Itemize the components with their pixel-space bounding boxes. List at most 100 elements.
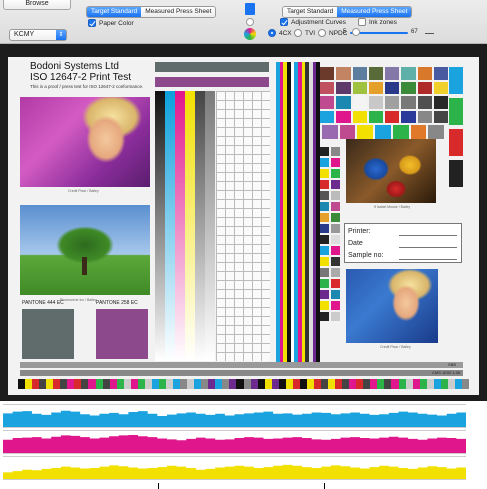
yellow-density-area <box>3 464 466 479</box>
tint-grid <box>216 91 270 361</box>
gray-bar-2 <box>20 370 463 376</box>
ink-zones-check-icon <box>358 18 366 26</box>
control-strip-patch <box>158 379 166 389</box>
control-strip-patch <box>88 379 96 389</box>
left-standard-segment[interactable]: Target Standard Measured Press Sheet <box>86 6 217 18</box>
control-strip-patch <box>363 379 371 389</box>
control-strip-patch <box>53 379 61 389</box>
right-standard-segment[interactable]: Target Standard Measured Press Sheet <box>282 6 413 18</box>
right-target-standard-tab[interactable]: Target Standard <box>283 7 338 17</box>
control-strip-patch <box>95 379 103 389</box>
paper-color-check-icon <box>88 19 96 27</box>
control-strip-patch <box>440 379 448 389</box>
ink-zones-checkbox[interactable]: Ink zones <box>358 18 397 26</box>
graph-ticks <box>0 483 487 489</box>
slider-min-label: 5 <box>343 29 347 35</box>
control-strip-patch <box>130 379 138 389</box>
radio-tvi-label: TVI <box>305 29 316 37</box>
left-target-standard-tab[interactable]: Target Standard <box>87 7 142 17</box>
radio-tvi[interactable]: TVI <box>294 29 315 37</box>
control-strip-patch <box>236 379 244 389</box>
control-strip-patch <box>25 379 33 389</box>
control-strip-patch <box>74 379 82 389</box>
control-strip-patch <box>81 379 89 389</box>
control-strip-patch <box>356 379 364 389</box>
left-measured-press-sheet-tab[interactable]: Measured Press Sheet <box>141 7 216 17</box>
radio-4cx[interactable]: 4CX <box>268 29 292 37</box>
control-strip-patch <box>123 379 131 389</box>
ink-density-graphs <box>0 401 487 489</box>
control-strip-patch <box>173 379 181 389</box>
ink-zones-label: Ink zones <box>369 18 397 26</box>
photo2-caption: Photoscene Inc / Bailey <box>60 298 97 302</box>
test-subtitle: This is a proof / press test for ISO 126… <box>30 84 144 89</box>
portrait-photo <box>20 97 150 187</box>
color-control-strip <box>18 379 469 389</box>
control-strip-patch <box>243 379 251 389</box>
control-strip-patch <box>313 379 322 389</box>
control-strip-patch <box>109 379 117 389</box>
colorspace-value: KCMY <box>14 31 35 38</box>
print-test-sheet: Bodoni Systems Ltd ISO 12647-2 Print Tes… <box>8 57 479 395</box>
control-strip-patch <box>447 379 455 389</box>
control-strip-patch <box>285 379 293 389</box>
control-strip-patch <box>412 379 420 389</box>
printer-line <box>399 235 457 236</box>
control-strip-patch <box>187 379 195 389</box>
color-bar-top-2 <box>155 77 269 87</box>
sample-label: Sample no: <box>348 252 384 259</box>
slider-knob[interactable] <box>352 28 360 36</box>
control-strip-patch <box>67 379 75 389</box>
control-strip-patch <box>137 379 145 389</box>
control-strip-patch <box>271 379 279 389</box>
toolbar: Browse Target Standard Measured Press Sh… <box>0 0 487 44</box>
control-strip-patch <box>201 379 209 389</box>
control-strip-patch <box>39 379 47 389</box>
magenta-density-area <box>3 434 466 453</box>
control-strip-patch <box>165 379 174 389</box>
document-view-icon[interactable] <box>245 3 255 15</box>
printer-label: Printer: <box>348 228 371 235</box>
tone-ramps <box>155 91 215 361</box>
adjustment-curves-label: Adjustment Curves <box>291 18 346 26</box>
control-strip-patch <box>46 379 54 389</box>
paper-color-checkbox[interactable]: Paper Color <box>88 19 134 27</box>
control-strip-patch <box>194 379 202 389</box>
date-line <box>399 247 457 248</box>
chevron-updown-icon: ⇕ <box>56 30 66 40</box>
portrait-photo-2 <box>346 269 438 343</box>
control-strip-patch <box>384 379 392 389</box>
side-patches <box>320 147 340 347</box>
control-strip-patch <box>299 379 307 389</box>
control-strip-patch <box>278 379 286 389</box>
small-swatches-row <box>322 125 445 139</box>
paper-color-label: Paper Color <box>99 19 134 27</box>
bottom-code-2: CMS 1E00 1.06 <box>432 370 461 375</box>
color-wheel-icon[interactable] <box>244 28 256 40</box>
cmyk-stripes <box>276 62 321 362</box>
radio-tvi-icon <box>294 29 302 37</box>
control-strip-patch <box>398 379 406 389</box>
control-strip-patch <box>328 379 336 389</box>
control-strip-patch <box>144 379 152 389</box>
control-strip-patch <box>32 379 40 389</box>
control-strip-patch <box>229 379 237 389</box>
control-strip-patch <box>60 379 68 389</box>
adjustment-curves-checkbox[interactable]: Adjustment Curves <box>280 18 346 26</box>
gray-bar-1 <box>20 362 463 368</box>
control-strip-patch <box>461 379 469 389</box>
company-name: Bodoni Systems Ltd <box>30 61 119 72</box>
photo3-caption: If Isabel Mouse / Bailey <box>374 205 411 209</box>
colorspace-select[interactable]: KCMY ⇕ <box>9 29 67 41</box>
date-label: Date <box>348 240 363 247</box>
pantone-258-label: PANTONE 258 EC <box>96 300 138 306</box>
test-title: ISO 12647-2 Print Test <box>30 72 131 83</box>
right-measured-press-sheet-tab[interactable]: Measured Press Sheet <box>337 7 412 17</box>
color-bar-top <box>155 62 269 72</box>
mode-toggle-icon[interactable] <box>246 18 254 26</box>
control-strip-patch <box>215 379 223 389</box>
pantone-258-swatch <box>96 309 148 359</box>
control-strip-patch <box>292 379 300 389</box>
browse-button[interactable]: Browse <box>3 0 71 10</box>
control-strip-patch <box>102 379 110 389</box>
